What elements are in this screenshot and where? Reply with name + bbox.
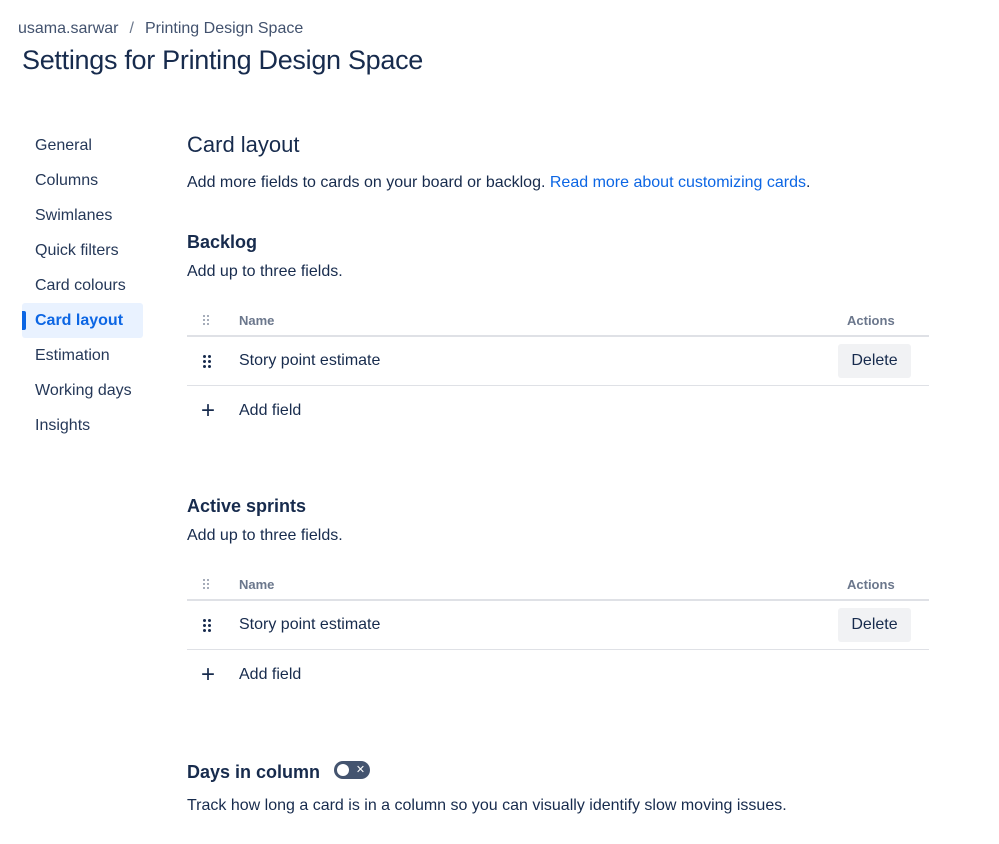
breadcrumb-project-link[interactable]: Printing Design Space — [145, 20, 303, 38]
main-content: Card layout Add more fields to cards on … — [187, 130, 929, 817]
actions-cell: Delete — [838, 608, 929, 642]
actions-cell: Delete — [838, 344, 929, 378]
customizing-cards-link[interactable]: Read more about customizing cards — [550, 174, 806, 191]
days-in-column-description: Track how long a card is in a column so … — [187, 797, 787, 814]
delete-button[interactable]: Delete — [838, 344, 911, 378]
drag-handle-icon[interactable] — [187, 354, 239, 368]
sidebar-item-estimation[interactable]: Estimation — [22, 338, 143, 373]
sidebar-item-card-layout[interactable]: Card layout — [22, 303, 143, 338]
backlog-title: Backlog — [187, 232, 258, 252]
add-field-button[interactable]: + Add field — [187, 386, 929, 435]
field-name: Story point estimate — [239, 616, 381, 633]
sidebar-item-working-days[interactable]: Working days — [22, 373, 143, 408]
breadcrumb-user-link[interactable]: usama.sarwar — [18, 20, 118, 38]
sidebar-item-swimlanes[interactable]: Swimlanes — [22, 198, 143, 233]
table-header: Name Actions — [187, 569, 929, 601]
backlog-description: Add up to three fields. — [187, 263, 343, 280]
plus-icon: + — [201, 660, 216, 688]
drag-handle-header-icon — [187, 579, 239, 589]
drag-handle-header-icon — [187, 315, 239, 325]
days-in-column-title: Days in column — [187, 762, 321, 782]
breadcrumb: usama.sarwar / Printing Design Space — [18, 19, 303, 39]
settings-sidebar: General Columns Swimlanes Quick filters … — [22, 128, 143, 443]
drag-handle-icon[interactable] — [187, 618, 239, 632]
link-suffix: . — [806, 174, 811, 191]
sidebar-item-quick-filters[interactable]: Quick filters — [22, 233, 143, 268]
active-sprints-description: Add up to three fields. — [187, 527, 343, 544]
table-row: Story point estimate Delete — [187, 601, 929, 650]
column-header-actions: Actions — [847, 312, 895, 328]
add-field-label: Add field — [239, 665, 302, 683]
column-header-name: Name — [239, 312, 275, 328]
table-header: Name Actions — [187, 305, 929, 337]
card-layout-description: Add more fields to cards on your board o… — [187, 172, 929, 194]
close-icon: ✕ — [355, 764, 366, 776]
sidebar-item-general[interactable]: General — [22, 128, 143, 163]
delete-button[interactable]: Delete — [838, 608, 911, 642]
days-in-column-header: Days in column ✕ — [187, 761, 929, 783]
sidebar-item-card-colours[interactable]: Card colours — [22, 268, 143, 303]
active-sprints-title: Active sprints — [187, 496, 307, 516]
column-header-actions: Actions — [847, 576, 895, 592]
backlog-fields-table: Name Actions Story point estimate Delete… — [187, 305, 929, 435]
add-field-label: Add field — [239, 401, 302, 419]
active-sprints-fields-table: Name Actions Story point estimate Delete… — [187, 569, 929, 699]
page-title: Settings for Printing Design Space — [22, 45, 424, 75]
plus-icon: + — [201, 396, 216, 424]
sidebar-item-columns[interactable]: Columns — [22, 163, 143, 198]
toggle-knob — [337, 764, 350, 776]
table-row: Story point estimate Delete — [187, 337, 929, 386]
breadcrumb-separator: / — [129, 20, 134, 37]
column-header-name: Name — [239, 576, 275, 592]
add-field-button[interactable]: + Add field — [187, 650, 929, 699]
sidebar-item-insights[interactable]: Insights — [22, 408, 143, 443]
field-name: Story point estimate — [239, 352, 381, 369]
card-layout-description-text: Add more fields to cards on your board o… — [187, 174, 546, 191]
card-layout-title: Card layout — [187, 132, 300, 157]
days-in-column-toggle[interactable]: ✕ — [334, 761, 371, 779]
